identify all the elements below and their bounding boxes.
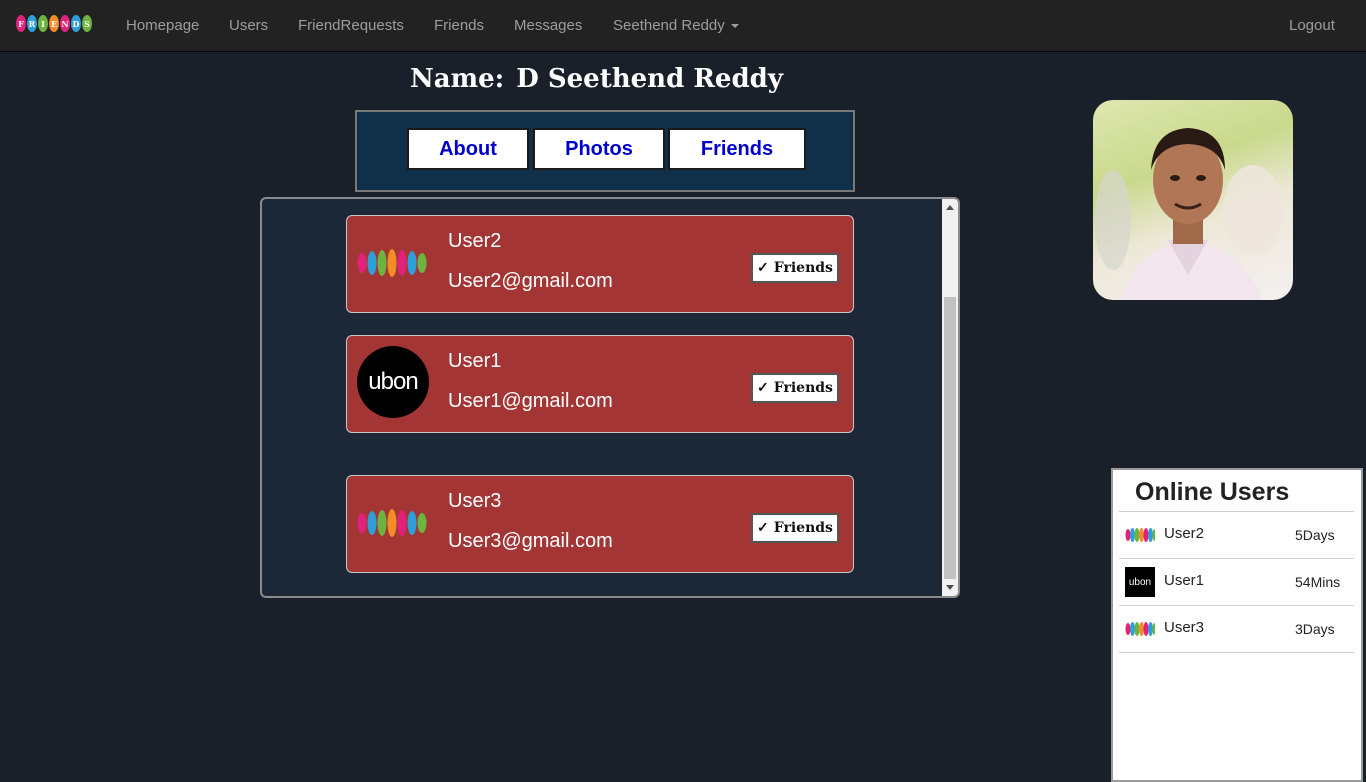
friends-logo-icon [1125,622,1155,636]
profile-tabs: About Photos Friends [355,110,855,192]
nav-user-dropdown-label: Seethend Reddy [613,17,725,34]
ubon-logo-icon: ubon [357,346,429,418]
online-users-title: Online Users [1135,478,1290,506]
online-user-name: User1 [1164,572,1205,589]
checkmark-icon: ✓ [757,260,769,276]
profile-photo [1093,100,1293,300]
friend-email: User2@gmail.com [448,270,613,292]
brand-letter: N [60,15,70,32]
tab-about[interactable]: About [407,128,529,170]
scroll-down-arrow-icon[interactable] [946,585,954,590]
online-users-panel: Online Users User2 5Days ubon User1 54Mi… [1111,468,1363,782]
friend-card: User2 User2@gmail.com ✓ Friends [346,215,854,313]
tab-friends[interactable]: Friends [668,128,806,170]
friends-logo-icon [357,509,427,537]
friend-email: User1@gmail.com [448,390,613,412]
nav-friends[interactable]: Friends [434,17,484,34]
friends-status-button[interactable]: ✓ Friends [751,373,839,403]
friend-name: User2 [448,230,502,252]
brand-letter: I [38,15,48,32]
online-user-row[interactable]: User3 3Days [1119,606,1354,652]
friends-status-button[interactable]: ✓ Friends [751,513,839,543]
nav-messages[interactable]: Messages [514,17,582,34]
navbar: F R I E N D S Homepage Users FriendReque… [0,0,1366,52]
brand-letter: S [82,15,92,32]
friends-logo-icon [357,249,427,277]
nav-users[interactable]: Users [229,17,268,34]
friends-status-label: Friends [773,260,833,276]
friend-email: User3@gmail.com [448,530,613,552]
brand-letter: F [16,15,26,32]
friends-list[interactable]: User2 User2@gmail.com ✓ Friends ubon Use… [260,197,960,598]
tab-photos[interactable]: Photos [533,128,665,170]
friends-status-label: Friends [773,380,833,396]
brand-letter: E [49,15,59,32]
caret-down-icon [730,24,739,29]
online-user-time: 3Days [1295,621,1335,637]
list-scrollbar[interactable] [942,199,958,596]
online-user-name: User2 [1164,525,1205,542]
profile-name-label: Name: [410,64,505,94]
brand-logo[interactable]: F R I E N D S [16,15,92,32]
brand-letter: D [71,15,81,32]
online-user-row[interactable]: ubon User1 54Mins [1119,559,1354,605]
ubon-logo-icon: ubon [1125,567,1155,597]
scroll-up-arrow-icon[interactable] [946,205,954,210]
friends-status-label: Friends [773,520,833,536]
online-user-row[interactable]: User2 5Days [1119,512,1354,558]
checkmark-icon: ✓ [757,380,769,396]
online-user-time: 54Mins [1295,574,1341,590]
checkmark-icon: ✓ [757,520,769,536]
friends-logo-icon [1125,528,1155,542]
profile-name-value: D Seethend Reddy [516,64,783,94]
friend-name: User3 [448,490,502,512]
nav-friend-requests[interactable]: FriendRequests [298,17,404,34]
online-user-name: User3 [1164,619,1205,636]
profile-name-heading: Name: D Seethend Reddy [410,64,783,94]
brand-letter: R [27,15,37,32]
nav-user-dropdown[interactable]: Seethend Reddy [613,17,739,34]
divider [1119,652,1354,653]
scroll-thumb[interactable] [944,297,956,579]
nav-homepage[interactable]: Homepage [126,17,199,34]
friend-name: User1 [448,350,502,372]
friends-status-button[interactable]: ✓ Friends [751,253,839,283]
logout-link[interactable]: Logout [1289,17,1335,34]
friend-card: User3 User3@gmail.com ✓ Friends [346,475,854,573]
friend-card: ubon User1 User1@gmail.com ✓ Friends [346,335,854,433]
profile-photo-image [1095,128,1283,300]
online-user-time: 5Days [1295,527,1335,543]
